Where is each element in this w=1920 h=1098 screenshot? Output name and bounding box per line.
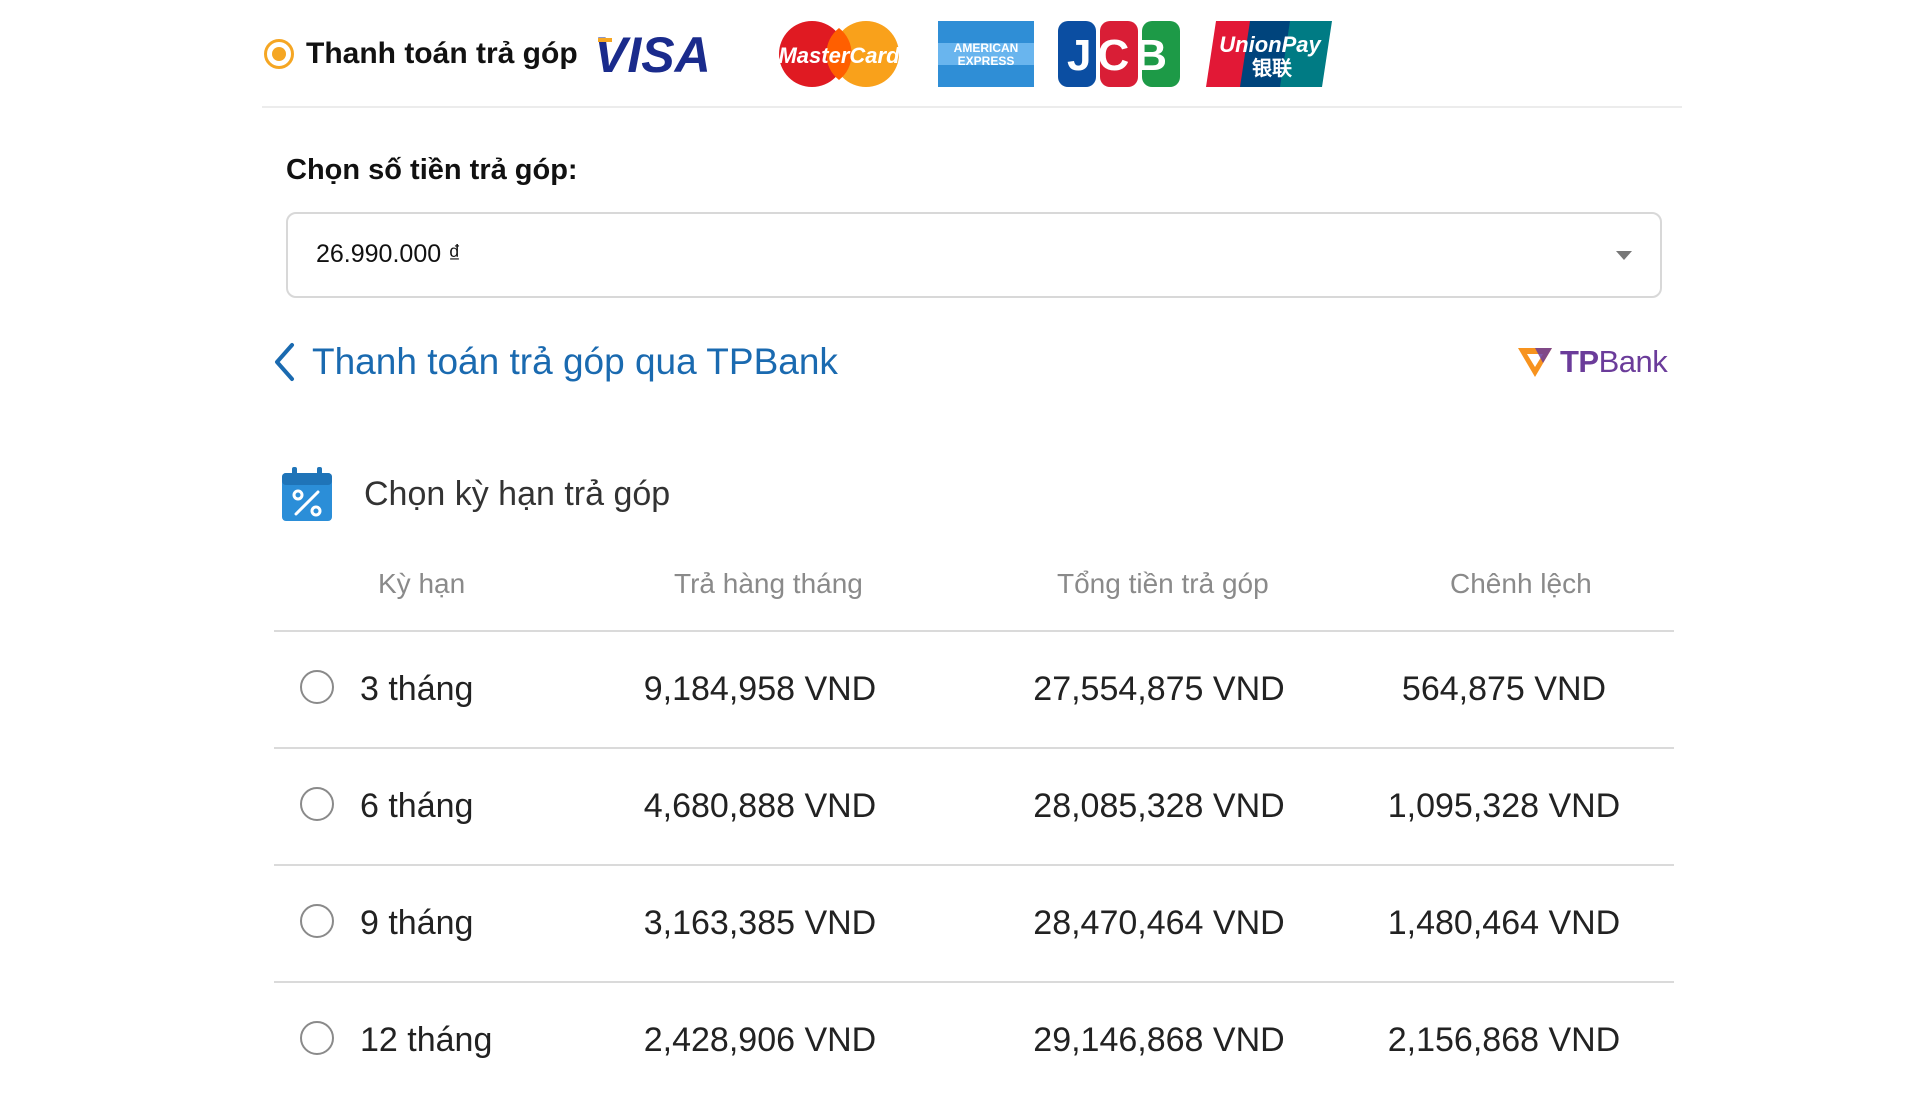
- chevron-left-icon[interactable]: [272, 342, 296, 382]
- amex-logo: AMERICAN EXPRESS: [937, 21, 1034, 87]
- visa-logo: VISA: [594, 27, 711, 82]
- tpbank-logo-tp: TP: [1560, 344, 1599, 379]
- difference-cell: 1,480,464 VND: [1387, 904, 1621, 942]
- term-section-title: Chọn kỳ hạn trả góp: [364, 474, 671, 513]
- total-cell: 28,470,464 VND: [1033, 904, 1285, 942]
- term-radio[interactable]: [300, 670, 334, 704]
- difference-cell: 1,095,328 VND: [1387, 787, 1621, 825]
- calendar-percent-icon: [282, 467, 332, 521]
- total-cell: 29,146,868 VND: [1033, 1021, 1285, 1059]
- table-row[interactable]: 3 tháng 9,184,958 VND 27,554,875 VND 564…: [274, 632, 1674, 749]
- installment-label: Thanh toán trả góp: [306, 37, 578, 70]
- table-row[interactable]: 9 tháng 3,163,385 VND 28,470,464 VND 1,4…: [274, 866, 1674, 983]
- svg-text:EXPRESS: EXPRESS: [957, 54, 1014, 68]
- header-total: Tổng tiền trả góp: [1057, 568, 1269, 599]
- mastercard-logo: MasterCard: [778, 21, 900, 87]
- back-link-label: Thanh toán trả góp qua TPBank: [312, 341, 838, 382]
- table-header: Kỳ hạn Trả hàng tháng Tổng tiền trả góp …: [274, 560, 1674, 632]
- unionpay-logo: UnionPay 银联: [1205, 21, 1332, 87]
- difference-cell: 2,156,868 VND: [1387, 1021, 1621, 1059]
- tpbank-logo-bank: Bank: [1598, 344, 1668, 379]
- total-cell: 27,554,875 VND: [1033, 670, 1285, 708]
- term-cell: 6 tháng: [360, 787, 474, 825]
- monthly-cell: 3,163,385 VND: [643, 904, 877, 942]
- monthly-cell: 2,428,906 VND: [643, 1021, 877, 1059]
- header-monthly: Trả hàng tháng: [674, 568, 863, 599]
- header-difference: Chênh lệch: [1450, 568, 1592, 599]
- amount-select-value: 26.990.000 ₫: [316, 240, 461, 268]
- term-section-header: Chọn kỳ hạn trả góp: [280, 464, 670, 524]
- jcb-logo: JCB: [1057, 21, 1180, 87]
- difference-cell: 564,875 VND: [1401, 670, 1607, 708]
- installment-terms-table: Kỳ hạn Trả hàng tháng Tổng tiền trả góp …: [274, 560, 1674, 1098]
- tpbank-mark-icon: [1518, 348, 1552, 377]
- term-radio[interactable]: [300, 904, 334, 938]
- amount-label: Chọn số tiền trả góp:: [286, 154, 578, 186]
- back-to-banks-link[interactable]: Thanh toán trả góp qua TPBank: [272, 336, 838, 388]
- section-divider: [262, 106, 1682, 108]
- chevron-down-icon[interactable]: [1616, 251, 1632, 260]
- term-cell: 3 tháng: [360, 670, 474, 708]
- header-term: Kỳ hạn: [378, 568, 466, 599]
- term-cell: 12 tháng: [360, 1021, 493, 1059]
- svg-text:JCB: JCB: [1067, 31, 1173, 80]
- svg-text:银联: 银联: [1252, 56, 1292, 80]
- svg-text:MasterCard: MasterCard: [778, 43, 900, 68]
- installment-radio-selected[interactable]: [264, 39, 294, 69]
- table-row[interactable]: 6 tháng 4,680,888 VND 28,085,328 VND 1,0…: [274, 749, 1674, 866]
- term-radio[interactable]: [300, 787, 334, 821]
- term-radio[interactable]: [300, 1021, 334, 1055]
- monthly-cell: 9,184,958 VND: [643, 670, 877, 708]
- tpbank-logo: TPBank: [1516, 340, 1668, 384]
- svg-text:AMERICAN: AMERICAN: [953, 41, 1018, 55]
- monthly-cell: 4,680,888 VND: [643, 787, 877, 825]
- term-cell: 9 tháng: [360, 904, 474, 942]
- table-row[interactable]: 12 tháng 2,428,906 VND 29,146,868 VND 2,…: [274, 983, 1674, 1098]
- svg-text:UnionPay: UnionPay: [1219, 32, 1322, 57]
- installment-payment-option[interactable]: Thanh toán trả góp VISA MasterCard AMERI…: [264, 14, 1356, 94]
- total-cell: 28,085,328 VND: [1033, 787, 1285, 825]
- amount-select[interactable]: 26.990.000 ₫: [286, 212, 1662, 298]
- svg-text:VISA: VISA: [594, 27, 711, 82]
